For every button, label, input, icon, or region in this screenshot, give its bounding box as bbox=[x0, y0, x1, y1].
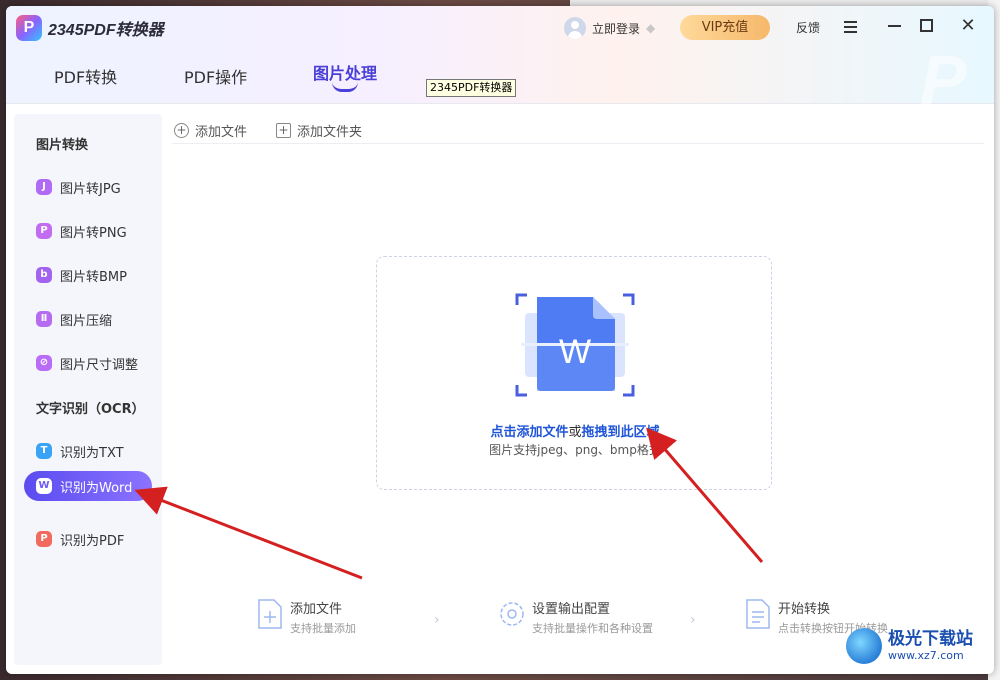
header-watermark-icon: P bbox=[920, 41, 967, 119]
app-logo-icon: P bbox=[16, 15, 42, 41]
sidebar-item-resize[interactable]: ⊘ 图片尺寸调整 bbox=[24, 348, 152, 378]
jpg-icon: J bbox=[36, 179, 52, 195]
sidebar-item-to-txt[interactable]: T 识别为TXT bbox=[24, 436, 152, 466]
word-icon: W bbox=[36, 478, 52, 494]
word-document-icon: W bbox=[515, 293, 635, 397]
sidebar-item-label: 图片转PNG bbox=[60, 225, 127, 241]
sidebar-item-label: 图片尺寸调整 bbox=[60, 357, 139, 373]
sidebar-section-ocr: 文字识别（OCR） bbox=[36, 402, 145, 417]
resize-icon: ⊘ bbox=[36, 355, 52, 371]
sidebar-item-to-jpg[interactable]: J 图片转JPG bbox=[24, 172, 152, 202]
file-drop-zone[interactable]: W 点击添加文件或拖拽到此区域 图片支持jpeg、png、bmp格式 bbox=[376, 256, 772, 490]
menu-icon[interactable] bbox=[838, 14, 862, 38]
step-title: 添加文件 bbox=[290, 602, 343, 617]
sidebar-item-to-pdf[interactable]: P 识别为PDF bbox=[24, 524, 152, 554]
svg-text:W: W bbox=[559, 333, 591, 371]
sidebar-item-label: 图片转JPG bbox=[60, 181, 121, 197]
sidebar-item-label: 图片压缩 bbox=[60, 313, 113, 329]
settings-step-icon bbox=[500, 602, 524, 626]
watermark-url: www.xz7.com bbox=[888, 649, 964, 662]
sidebar-item-label: 识别为PDF bbox=[60, 533, 125, 549]
app-window: P 2345PDF转换器 立即登录 ◆ VIP充值 反馈 ✕ P PDF转换 P… bbox=[6, 6, 994, 674]
step-desc: 支持批量添加 bbox=[290, 622, 356, 635]
site-watermark: 极光下载站 www.xz7.com bbox=[846, 628, 973, 664]
tab-pdf-convert[interactable]: PDF转换 bbox=[54, 64, 117, 88]
add-folder-button[interactable]: + 添加文件夹 bbox=[276, 121, 362, 140]
vip-recharge-button[interactable]: VIP充值 bbox=[680, 15, 770, 40]
pdf-icon: P bbox=[36, 531, 52, 547]
sidebar-item-label: 图片转BMP bbox=[60, 269, 127, 285]
step-title: 设置输出配置 bbox=[532, 602, 611, 617]
close-icon[interactable]: ✕ bbox=[956, 14, 980, 38]
maximize-icon[interactable] bbox=[914, 14, 938, 38]
file-toolbar: + 添加文件 + 添加文件夹 bbox=[172, 118, 984, 144]
convert-step-icon bbox=[746, 599, 770, 629]
app-title: 2345PDF转换器 bbox=[48, 22, 164, 39]
minimize-icon[interactable] bbox=[882, 14, 906, 38]
plus-square-icon: + bbox=[276, 123, 291, 138]
drop-zone-instruction: 点击添加文件或拖拽到此区域 bbox=[377, 421, 773, 440]
tab-pdf-operations[interactable]: PDF操作 bbox=[184, 64, 247, 88]
bmp-icon: b bbox=[36, 267, 52, 283]
sidebar-item-to-png[interactable]: P 图片转PNG bbox=[24, 216, 152, 246]
feedback-button[interactable]: 反馈 bbox=[796, 19, 820, 36]
sidebar-item-to-word[interactable]: W 识别为Word bbox=[24, 471, 152, 501]
drag-here-link: 拖拽到此区域 bbox=[581, 425, 660, 440]
login-label: 立即登录 bbox=[592, 21, 641, 36]
sidebar-item-label: 识别为TXT bbox=[60, 445, 124, 461]
chevron-right-icon: › bbox=[690, 612, 696, 628]
diamond-icon: ◆ bbox=[646, 21, 656, 35]
compress-icon: Ⅱ bbox=[36, 311, 52, 327]
sidebar-section-image-convert: 图片转换 bbox=[36, 138, 89, 153]
step-output-settings: 设置输出配置 支持批量操作和各种设置 bbox=[498, 598, 653, 636]
step-desc: 支持批量操作和各种设置 bbox=[532, 622, 653, 635]
step-add-file: 添加文件 支持批量添加 bbox=[256, 598, 356, 636]
sidebar-item-to-bmp[interactable]: b 图片转BMP bbox=[24, 260, 152, 290]
drop-zone-or: 或 bbox=[568, 425, 582, 440]
login-button[interactable]: 立即登录 ◆ bbox=[564, 15, 655, 41]
add-file-step-icon bbox=[258, 599, 282, 629]
png-icon: P bbox=[36, 223, 52, 239]
add-file-button[interactable]: + 添加文件 bbox=[174, 121, 247, 140]
drop-zone-format-hint: 图片支持jpeg、png、bmp格式 bbox=[489, 443, 661, 457]
sidebar: 图片转换 J 图片转JPG P 图片转PNG b 图片转BMP Ⅱ 图片压缩 ⊘… bbox=[14, 114, 162, 665]
sidebar-item-compress[interactable]: Ⅱ 图片压缩 bbox=[24, 304, 152, 334]
step-title: 开始转换 bbox=[778, 602, 831, 617]
tooltip: 2345PDF转换器 bbox=[426, 79, 517, 97]
globe-logo-icon bbox=[846, 628, 882, 664]
sidebar-item-label: 识别为Word bbox=[60, 480, 133, 496]
chevron-right-icon: › bbox=[434, 612, 440, 628]
add-folder-label: 添加文件夹 bbox=[297, 125, 363, 140]
plus-circle-icon: + bbox=[174, 123, 189, 138]
tab-image-processing[interactable]: 图片处理 bbox=[313, 60, 377, 84]
avatar-icon bbox=[564, 17, 586, 39]
add-file-label: 添加文件 bbox=[195, 125, 248, 140]
watermark-name: 极光下载站 bbox=[888, 629, 973, 649]
click-add-file-link[interactable]: 点击添加文件 bbox=[490, 425, 568, 440]
txt-icon: T bbox=[36, 443, 52, 459]
